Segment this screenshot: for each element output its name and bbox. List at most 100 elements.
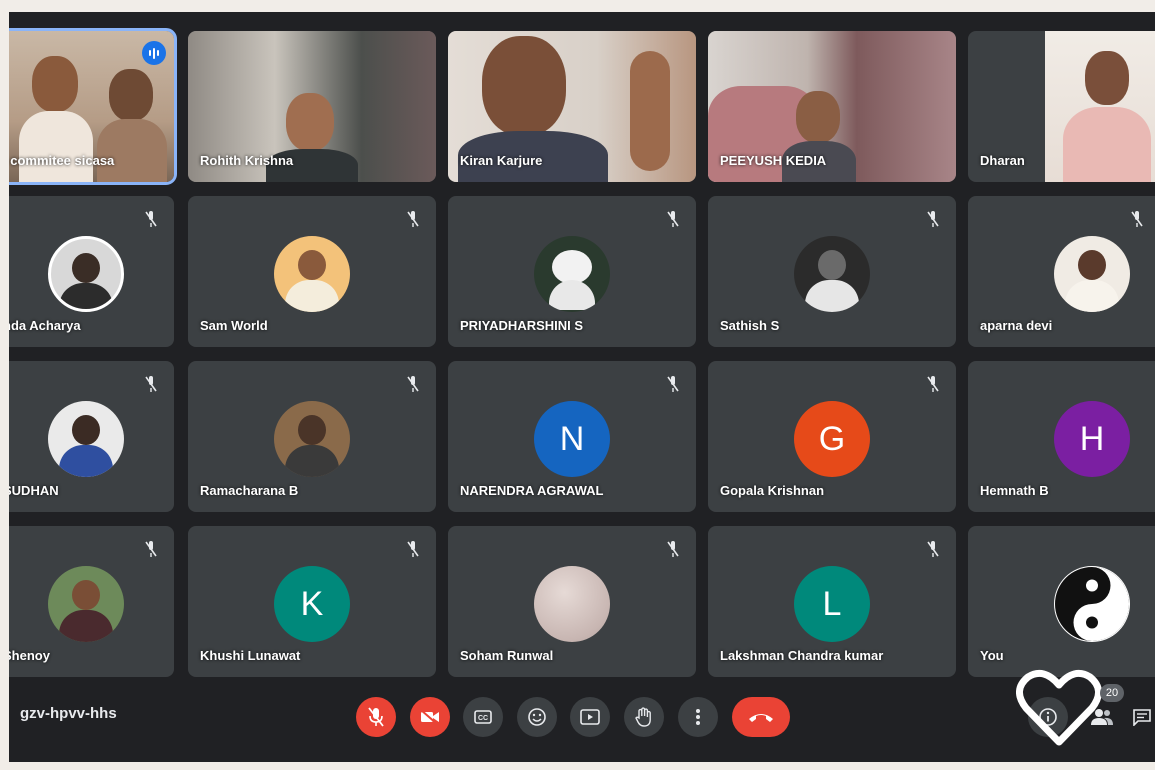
mic-muted-icon — [145, 211, 157, 227]
people-button[interactable] — [1082, 697, 1122, 737]
captions-button[interactable]: CC — [463, 697, 503, 737]
participant-name: i commitee sicasa — [9, 153, 115, 168]
more-vert-icon — [696, 709, 700, 725]
participant-tile[interactable]: N NARENDRA AGRAWAL — [448, 361, 696, 512]
participant-tile[interactable]: G Gopala Krishnan — [708, 361, 956, 512]
participant-avatar: N — [534, 401, 610, 477]
video-feed — [1045, 31, 1155, 182]
mic-muted-icon — [927, 541, 939, 557]
participant-name: Sam World — [200, 318, 268, 333]
camera-off-button[interactable] — [410, 697, 450, 737]
mic-muted-icon — [407, 211, 419, 227]
participant-tile[interactable]: Shenoy — [9, 526, 174, 677]
participant-name: PRIYADHARSHINI S — [460, 318, 584, 333]
avatar-photo — [71, 580, 100, 610]
mic-muted-icon — [145, 541, 157, 557]
leave-call-button[interactable] — [732, 697, 790, 737]
more-options-button[interactable] — [678, 697, 718, 737]
participant-tile[interactable]: You — [968, 526, 1155, 677]
mic-muted-icon — [927, 211, 939, 227]
participant-tile[interactable]: K Khushi Lunawat — [188, 526, 436, 677]
raise-hand-button[interactable] — [624, 697, 664, 737]
participant-name: Ramacharana B — [200, 483, 299, 498]
participant-name: Gopala Krishnan — [720, 483, 825, 498]
participant-name: Rohith Krishna — [200, 153, 294, 168]
speaking-indicator-icon — [142, 41, 166, 65]
participant-avatar — [794, 236, 870, 312]
participant-avatar: H — [1054, 401, 1130, 477]
meeting-code: gzv-hpvv-hhs — [20, 705, 117, 722]
avatar-photo — [285, 445, 339, 477]
screen-border-left — [0, 0, 9, 770]
participant-tile[interactable]: nda Acharya — [9, 196, 174, 347]
participant-name: SUDHAN — [9, 483, 59, 498]
participant-tile[interactable]: PRIYADHARSHINI S — [448, 196, 696, 347]
avatar-photo — [285, 280, 339, 312]
participant-tile[interactable]: Soham Runwal — [448, 526, 696, 677]
participant-tile[interactable]: i commitee sicasa — [9, 28, 177, 185]
captions-icon: CC — [474, 710, 492, 724]
participant-tile[interactable]: Sam World — [188, 196, 436, 347]
mic-off-button[interactable] — [356, 697, 396, 737]
emoji-button[interactable] — [517, 697, 557, 737]
participant-tile[interactable]: aparna devi — [968, 196, 1155, 347]
participant-avatar: K — [274, 566, 350, 642]
mic-muted-icon — [927, 376, 939, 392]
avatar-photo — [71, 253, 100, 283]
video-person — [482, 36, 566, 136]
participant-tile[interactable]: Dharan — [968, 31, 1155, 182]
camera-off-icon — [420, 709, 439, 725]
video-person — [286, 93, 334, 151]
avatar-photo — [1065, 280, 1119, 312]
avatar-photo — [298, 250, 326, 280]
participant-count-badge: 20 — [1100, 684, 1124, 702]
participant-name: nda Acharya — [9, 318, 81, 333]
screen-border-bottom — [0, 762, 1155, 770]
avatar-photo — [805, 280, 859, 312]
avatar-photo — [1078, 250, 1106, 280]
video-person — [630, 51, 670, 171]
participant-avatar — [1054, 236, 1130, 312]
avatar-photo — [298, 415, 326, 445]
screen-border-top — [0, 0, 1155, 12]
avatar-photo — [818, 250, 846, 280]
participant-tile[interactable]: H Hemnath B — [968, 361, 1155, 512]
video-person — [97, 119, 167, 182]
avatar-photo — [58, 283, 113, 309]
mic-off-icon — [368, 707, 384, 727]
chat-icon — [1132, 709, 1151, 726]
present-button[interactable] — [570, 697, 610, 737]
avatar-initial: G — [818, 419, 846, 458]
avatar-initial: H — [1079, 419, 1105, 458]
video-person — [109, 69, 153, 121]
avatar-photo — [71, 415, 100, 445]
participant-avatar — [274, 401, 350, 477]
video-person — [19, 111, 93, 182]
participant-avatar — [1054, 566, 1130, 642]
avatar-photo — [552, 250, 592, 284]
participant-name: Dharan — [980, 153, 1025, 168]
mic-muted-icon — [407, 376, 419, 392]
participant-name: You — [980, 648, 1004, 663]
participant-tile[interactable]: Kiran Karjure — [448, 31, 696, 182]
participant-tile[interactable]: Ramacharana B — [188, 361, 436, 512]
mic-muted-icon — [407, 541, 419, 557]
participant-avatar — [47, 566, 124, 642]
participant-tile[interactable]: L Lakshman Chandra kumar — [708, 526, 956, 677]
svg-text:CC: CC — [478, 715, 488, 722]
participant-name: aparna devi — [980, 318, 1053, 333]
participant-tile[interactable]: Sathish S — [708, 196, 956, 347]
participant-tile[interactable]: SUDHAN — [9, 361, 174, 512]
participant-name: Khushi Lunawat — [200, 648, 301, 663]
participant-name: Soham Runwal — [460, 648, 554, 663]
mic-muted-icon — [1131, 211, 1143, 227]
video-person — [796, 91, 840, 143]
avatar-initial: K — [300, 584, 324, 623]
participant-tile[interactable]: Rohith Krishna — [188, 31, 436, 182]
participant-tile[interactable]: PEEYUSH KEDIA — [708, 31, 956, 182]
mic-muted-icon — [667, 211, 679, 227]
avatar-photo — [58, 610, 113, 642]
participant-name: Shenoy — [9, 648, 50, 663]
avatar-initial: N — [559, 419, 585, 458]
participant-avatar: G — [794, 401, 870, 477]
